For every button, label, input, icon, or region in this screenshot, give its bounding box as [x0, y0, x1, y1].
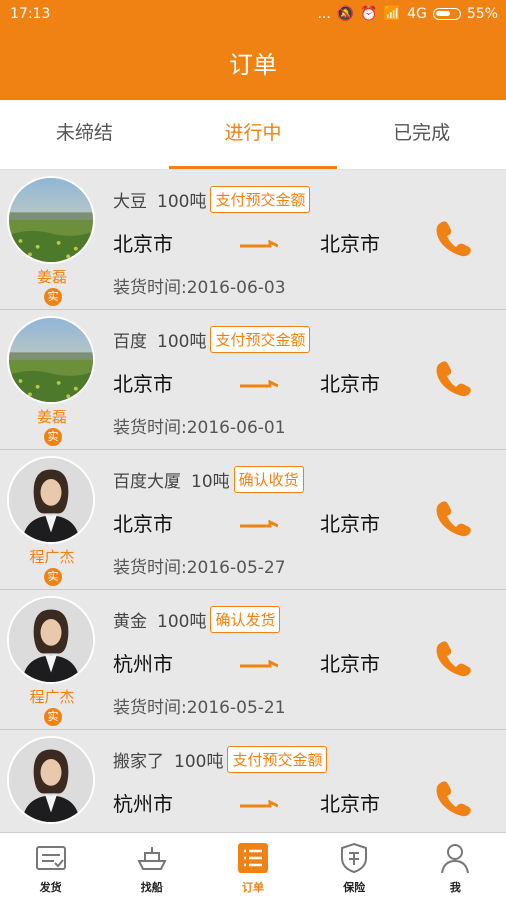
verified-badge: 实	[44, 288, 62, 306]
route-arrow-icon	[240, 656, 279, 675]
destination-city: 北京市	[320, 232, 380, 256]
destination-city: 北京市	[320, 512, 380, 536]
origin-city: 北京市	[113, 232, 173, 256]
cargo-name: 黄金	[113, 612, 147, 632]
avatar	[7, 736, 95, 824]
nav-item-0[interactable]: 发货	[0, 833, 101, 900]
profile-icon	[438, 841, 472, 875]
order-card[interactable]: 姜磊实大豆 100吨 支付预交金额 北京市 北京市 装货时间:2016-06-03	[0, 170, 506, 310]
user-name: 程广杰	[29, 688, 75, 706]
page-title: 订单	[0, 30, 506, 100]
cargo-info: 搬家了 100吨 支付预交金额	[113, 746, 328, 773]
load-time: 装货时间:2016-05-21	[113, 698, 286, 718]
cargo-info: 黄金 100吨 确认发货	[113, 606, 281, 633]
avatar	[7, 176, 95, 264]
order-list[interactable]: 姜磊实大豆 100吨 支付预交金额 北京市 北京市 装货时间:2016-06-03 姜磊实百…	[0, 170, 506, 832]
cargo-weight: 100吨	[157, 192, 207, 212]
route-arrow-icon	[240, 236, 279, 255]
user-name: 程广杰	[29, 548, 75, 566]
status-icons: ... 🔕 ⏰ 📶 4G 55%	[317, 6, 498, 22]
phone-icon[interactable]	[432, 496, 474, 538]
verified-badge: 实	[44, 428, 62, 446]
order-action-button[interactable]: 确认收货	[233, 466, 304, 493]
order-card[interactable]: 搬家了 100吨 支付预交金额杭州市 北京市	[0, 730, 506, 832]
origin-city: 北京市	[113, 372, 173, 396]
cargo-name: 大豆	[113, 192, 147, 212]
battery-level: 55%	[466, 6, 498, 22]
cargo-weight: 100吨	[157, 612, 207, 632]
load-time: 装货时间:2016-05-27	[113, 558, 286, 578]
origin-city: 杭州市	[113, 792, 173, 816]
cargo-weight: 10吨	[191, 472, 230, 492]
phone-icon[interactable]	[432, 356, 474, 398]
cargo-info: 百度 100吨 支付预交金额	[113, 326, 311, 353]
avatar	[7, 456, 95, 544]
route-arrow-icon	[240, 516, 279, 535]
order-list-icon	[236, 841, 270, 875]
network-type: 4G	[407, 6, 427, 22]
nav-label: 保险	[343, 881, 366, 894]
nav-item-3[interactable]: 保险	[304, 833, 405, 900]
order-tabs: 未缔结 进行中 已完成	[0, 100, 506, 170]
verified-badge: 实	[44, 568, 62, 586]
order-card[interactable]: 程广杰实百度大厦 10吨 确认收货 北京市 北京市 装货时间:2016-05-27	[0, 450, 506, 590]
origin-city: 北京市	[113, 512, 173, 536]
ship-icon	[135, 841, 169, 875]
nav-label: 订单	[242, 881, 264, 894]
cargo-weight: 100吨	[157, 332, 207, 352]
order-action-button[interactable]: 支付预交金额	[227, 746, 328, 773]
nav-item-1[interactable]: 找船	[101, 833, 202, 900]
order-card[interactable]: 程广杰实 黄金 100吨 确认发货杭州市 北京市装货时间:2016-05-21	[0, 590, 506, 730]
nav-item-2[interactable]: 订单	[202, 833, 303, 900]
avatar	[7, 316, 95, 404]
alarm-icon: ⏰	[360, 6, 378, 22]
phone-icon[interactable]	[432, 776, 474, 818]
cargo-name: 搬家了	[113, 752, 164, 772]
cargo-info: 大豆 100吨 支付预交金额	[113, 186, 311, 213]
status-bar: 17:13 ... 🔕 ⏰ 📶 4G 55%	[0, 0, 506, 30]
route-arrow-icon	[240, 376, 279, 395]
status-time: 17:13	[10, 6, 51, 22]
load-time: 装货时间:2016-06-03	[113, 278, 286, 298]
verified-badge: 实	[44, 708, 62, 726]
load-time: 装货时间:2016-06-01	[113, 418, 286, 438]
nav-label: 发货	[39, 881, 62, 894]
tab-0[interactable]: 未缔结	[0, 100, 169, 169]
nav-label: 我	[449, 881, 461, 894]
destination-city: 北京市	[320, 652, 380, 676]
order-card[interactable]: 姜磊实百度 100吨 支付预交金额 北京市 北京市 装货时间:2016-06-01	[0, 310, 506, 450]
order-action-button[interactable]: 支付预交金额	[210, 326, 311, 353]
cargo-weight: 100吨	[174, 752, 224, 772]
cargo-name: 百度	[113, 332, 147, 352]
tab-1[interactable]: 进行中	[168, 100, 338, 169]
avatar	[7, 596, 95, 684]
tab-2[interactable]: 已完成	[337, 100, 506, 169]
signal-icon: 📶	[383, 6, 402, 22]
insurance-shield-icon	[337, 841, 371, 875]
user-name: 姜磊	[36, 408, 67, 426]
nav-label: 找船	[140, 881, 163, 894]
bottom-nav: 发货 找船 订单 保险 我	[0, 832, 506, 900]
more-dots: ...	[317, 6, 331, 22]
cargo-info: 百度大厦 10吨 确认收货	[113, 466, 304, 493]
origin-city: 杭州市	[113, 652, 173, 676]
cargo-name: 百度大厦	[113, 472, 181, 492]
phone-icon[interactable]	[432, 636, 474, 678]
destination-city: 北京市	[320, 372, 380, 396]
nav-item-4[interactable]: 我	[405, 833, 506, 900]
order-action-button[interactable]: 确认发货	[210, 606, 281, 633]
route-arrow-icon	[240, 796, 279, 815]
order-action-button[interactable]: 支付预交金额	[210, 186, 311, 213]
destination-city: 北京市	[320, 792, 380, 816]
user-name: 姜磊	[36, 268, 67, 286]
shipment-icon	[34, 841, 68, 875]
mute-icon: 🔕	[336, 6, 355, 22]
phone-icon[interactable]	[432, 216, 474, 258]
battery-icon	[432, 8, 461, 20]
